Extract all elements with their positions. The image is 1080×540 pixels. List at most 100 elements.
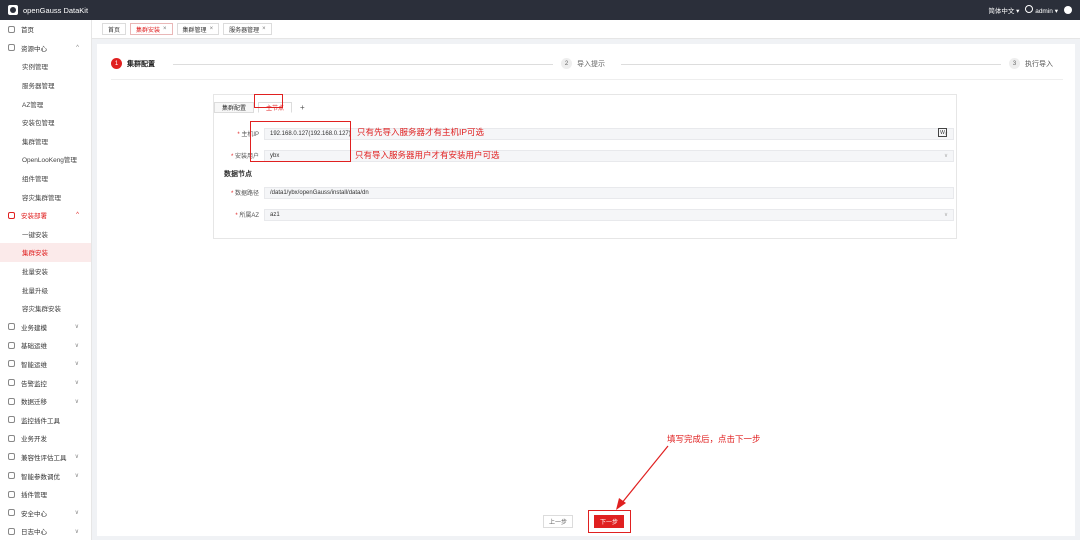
- close-icon[interactable]: ×: [262, 26, 266, 32]
- tab-cluster-manage[interactable]: 集群管理 ×: [176, 23, 220, 35]
- chevron-down-icon: ▾: [1016, 8, 1020, 15]
- divider: [111, 79, 1063, 80]
- app-logo-icon: [8, 5, 18, 15]
- sidebar-item-one-click-install[interactable]: 一键安装: [0, 225, 91, 244]
- chevron-down-icon: ∨: [74, 324, 79, 331]
- step-label: 执行导入: [1025, 60, 1053, 68]
- sidebar: 首页 资源中心 ^ 实例管理 服务器管理 AZ管理 安装包管理 集群管理 Open…: [0, 20, 92, 540]
- sidebar-item-dr-cluster[interactable]: 容灾集群管理: [0, 187, 91, 206]
- sidebar-item-business-dev[interactable]: 业务开发: [0, 429, 91, 448]
- annotation-arrow: [616, 445, 669, 510]
- language-select[interactable]: 简体中文 ▾: [988, 5, 1019, 15]
- data-path-label: 数据路径: [234, 191, 259, 197]
- shield-icon: [8, 509, 15, 517]
- sidebar-item-server[interactable]: 服务器管理: [0, 76, 91, 95]
- home-icon: [8, 25, 15, 33]
- sidebar-item-dr-install[interactable]: 容灾集群安装: [0, 299, 91, 318]
- step-connector: [173, 64, 553, 65]
- language-label: 简体中文: [988, 8, 1015, 15]
- sidebar-item-business-model[interactable]: 业务建模 ∨: [0, 318, 91, 337]
- chevron-down-icon: ∨: [74, 454, 79, 461]
- step-import-tips: 2 导入提示: [561, 58, 609, 69]
- plugin-icon: [8, 416, 15, 424]
- top-bar: openGauss DataKit 简体中文 ▾ admin ▾: [0, 0, 1080, 20]
- theme-toggle-icon[interactable]: [1064, 6, 1072, 14]
- chevron-down-icon: ∨: [943, 211, 948, 218]
- annotation-box-master-tab: [254, 94, 283, 108]
- gear-icon: [8, 397, 15, 405]
- sidebar-item-package[interactable]: 安装包管理: [0, 113, 91, 132]
- sidebar-item-smart-ops[interactable]: 智能运维 ∨: [0, 355, 91, 374]
- sidebar-item-home[interactable]: 首页: [0, 20, 91, 39]
- sidebar-item-cluster-install[interactable]: 集群安装: [0, 243, 91, 262]
- sidebar-item-basic-ops[interactable]: 基础运维 ∨: [0, 336, 91, 355]
- step-label: 导入提示: [577, 60, 605, 68]
- sidebar-item-plugin-mgmt[interactable]: 插件管理: [0, 485, 91, 504]
- gear-icon: [8, 341, 15, 349]
- annotation-box-next-button: [588, 510, 631, 533]
- chevron-up-icon: ^: [76, 212, 79, 219]
- page-tabs: 首页 集群安装 × 集群管理 × 服务器管理 ×: [92, 20, 1080, 39]
- sidebar-item-install-deploy[interactable]: 安装部署 ^: [0, 206, 91, 225]
- gear-icon: [8, 211, 15, 219]
- steps-bar: 1 集群配置 2 导入提示 3 执行导入: [111, 58, 1063, 74]
- gear-icon: [8, 323, 15, 331]
- az-select[interactable]: az1 ∨: [264, 208, 954, 221]
- cluster-form-card: 集群配置 主节点 + * 主机IP 192.168.0.127(192.168.…: [213, 94, 957, 239]
- search-icon: [8, 434, 15, 442]
- sidebar-item-resource-center[interactable]: 资源中心 ^: [0, 39, 91, 58]
- add-node-icon[interactable]: +: [296, 102, 309, 113]
- close-icon[interactable]: ×: [210, 26, 214, 32]
- close-icon[interactable]: ×: [163, 26, 167, 32]
- tab-home[interactable]: 首页: [102, 23, 127, 35]
- az-row: * 所属AZ az1 ∨: [224, 208, 954, 221]
- data-path-row: * 数据路径 /data1/ybx/openGauss/install/data…: [224, 186, 954, 199]
- monitor-icon: [8, 360, 15, 368]
- user-menu[interactable]: admin ▾: [1025, 5, 1058, 15]
- sidebar-item-batch-install[interactable]: 批量安装: [0, 262, 91, 281]
- chevron-down-icon: ∨: [74, 361, 79, 368]
- gear-icon: [8, 453, 15, 461]
- sidebar-item-alert-monitor[interactable]: 告警监控 ∨: [0, 373, 91, 392]
- app-title: openGauss DataKit: [23, 5, 89, 15]
- step-number: 2: [561, 58, 572, 69]
- user-name: admin: [1035, 8, 1053, 15]
- sidebar-item-openlookeng[interactable]: OpenLooKeng管理: [0, 150, 91, 169]
- gear-icon: [8, 472, 15, 480]
- sidebar-item-security-center[interactable]: 安全中心 ∨: [0, 503, 91, 522]
- sidebar-item-instance[interactable]: 实例管理: [0, 57, 91, 76]
- annotation-user-note: 只有导入服务器用户才有安装用户可选: [355, 150, 500, 160]
- step-execute-import: 3 执行导入: [1009, 58, 1057, 69]
- chevron-down-icon: ∨: [943, 152, 948, 159]
- sidebar-item-component[interactable]: 组件管理: [0, 169, 91, 188]
- terminal-icon[interactable]: W: [938, 128, 947, 137]
- home-icon: [8, 490, 15, 498]
- prev-step-button[interactable]: 上一步: [543, 515, 573, 528]
- alert-icon: [8, 379, 15, 387]
- sidebar-item-cluster[interactable]: 集群管理: [0, 132, 91, 151]
- sidebar-item-batch-upgrade[interactable]: 批量升级: [0, 280, 91, 299]
- annotation-next-note: 填写完成后，点击下一步: [667, 434, 761, 444]
- sidebar-item-compat-eval[interactable]: 兼容性评估工具 ∨: [0, 448, 91, 467]
- step-connector: [621, 64, 1001, 65]
- annotation-box-host-user: [250, 121, 351, 162]
- tab-cluster-install[interactable]: 集群安装 ×: [130, 23, 173, 35]
- sidebar-item-monitor-plugin[interactable]: 监控插件工具: [0, 410, 91, 429]
- data-path-input[interactable]: /data1/ybx/openGauss/install/data/dn: [264, 186, 954, 199]
- tab-server-manage[interactable]: 服务器管理 ×: [223, 23, 272, 35]
- tab-cluster-config[interactable]: 集群配置: [214, 102, 255, 113]
- chevron-down-icon: ∨: [74, 380, 79, 387]
- step-number: 3: [1009, 58, 1020, 69]
- main-content: 1 集群配置 2 导入提示 3 执行导入 集群配置 主节点 + * 主机IP 1…: [97, 44, 1075, 536]
- chevron-up-icon: ^: [76, 44, 79, 51]
- chevron-down-icon: ∨: [74, 398, 79, 405]
- annotation-host-note: 只有先导入服务器才有主机IP可选: [357, 127, 485, 137]
- gear-icon: [8, 44, 15, 52]
- sidebar-item-az[interactable]: AZ管理: [0, 94, 91, 113]
- brand[interactable]: openGauss DataKit: [8, 5, 88, 15]
- data-node-section-title: 数据节点: [224, 171, 252, 178]
- sidebar-item-param-tuning[interactable]: 智能参数调优 ∨: [0, 466, 91, 485]
- sidebar-item-data-migration[interactable]: 数据迁移 ∨: [0, 392, 91, 411]
- top-right-controls: 简体中文 ▾ admin ▾: [988, 5, 1072, 15]
- sidebar-item-log-center[interactable]: 日志中心 ∨: [0, 522, 91, 540]
